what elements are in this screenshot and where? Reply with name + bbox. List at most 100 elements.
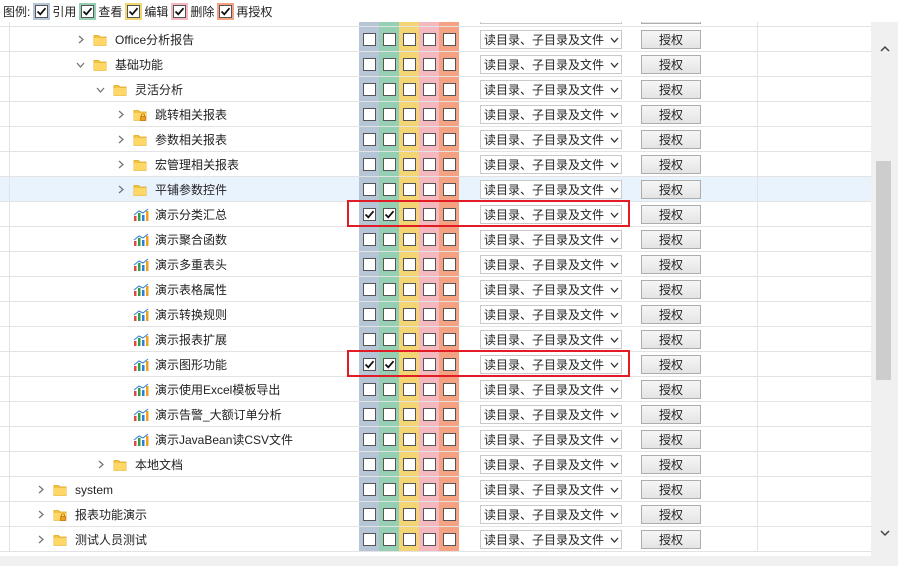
delete-checkbox[interactable] (422, 107, 436, 121)
tree-row[interactable]: 跳转相关报表 读目录、子目录及文件 授权 (0, 102, 871, 127)
chevron-right-icon[interactable] (113, 183, 127, 197)
reauthorize-checkbox[interactable] (442, 432, 456, 446)
reference-checkbox[interactable] (362, 107, 376, 121)
view-checkbox[interactable] (382, 457, 396, 471)
reauthorize-checkbox[interactable] (442, 82, 456, 96)
delete-checkbox[interactable] (422, 382, 436, 396)
node-name[interactable]: 演示表格属性 (155, 281, 227, 298)
tree-row[interactable]: 演示图形功能 读目录、子目录及文件 授权 (0, 352, 871, 377)
chevron-right-icon[interactable] (113, 108, 127, 122)
tree-node[interactable]: 报表功能演示 (33, 502, 147, 527)
tree-node[interactable]: Office分析报告 (73, 27, 194, 52)
scope-select[interactable]: 读目录、子目录及文件 (480, 380, 622, 399)
reference-checkbox[interactable] (362, 232, 376, 246)
scope-select[interactable]: 读目录、子目录及文件 (480, 505, 622, 524)
tree-node[interactable]: 演示报表扩展 (113, 327, 227, 352)
edit-checkbox[interactable] (402, 57, 416, 71)
tree-row[interactable]: 演示分类汇总 读目录、子目录及文件 授权 (0, 202, 871, 227)
tree-row[interactable]: system 读目录、子目录及文件 授权 (0, 477, 871, 502)
view-checkbox[interactable] (382, 107, 396, 121)
chevron-right-icon[interactable] (33, 508, 47, 522)
reference-checkbox[interactable] (362, 182, 376, 196)
view-checkbox[interactable] (382, 332, 396, 346)
tree-node[interactable]: 演示转换规则 (113, 302, 227, 327)
view-checkbox[interactable] (382, 407, 396, 421)
edit-checkbox[interactable] (402, 157, 416, 171)
chevron-right-icon[interactable] (113, 133, 127, 147)
tree-row[interactable]: 演示报表扩展 读目录、子目录及文件 授权 (0, 327, 871, 352)
view-checkbox[interactable] (382, 82, 396, 96)
tree-row[interactable]: 报表功能演示 读目录、子目录及文件 授权 (0, 502, 871, 527)
delete-checkbox[interactable] (422, 132, 436, 146)
delete-checkbox[interactable] (422, 232, 436, 246)
edit-checkbox[interactable] (402, 532, 416, 546)
scope-select[interactable]: 读目录、子目录及文件 (480, 80, 622, 99)
tree-node[interactable]: 演示使用Excel模板导出 (113, 377, 280, 402)
edit-checkbox[interactable] (402, 457, 416, 471)
reauthorize-checkbox[interactable] (442, 157, 456, 171)
tree-node[interactable]: 平铺参数控件 (113, 177, 227, 202)
reference-checkbox[interactable] (362, 82, 376, 96)
reference-checkbox[interactable] (362, 407, 376, 421)
reauthorize-checkbox[interactable] (442, 282, 456, 296)
authorize-button[interactable]: 授权 (641, 255, 701, 274)
tree-node[interactable]: 演示多重表头 (113, 252, 227, 277)
reauthorize-checkbox[interactable] (442, 132, 456, 146)
authorize-button[interactable]: 授权 (641, 105, 701, 124)
reauthorize-checkbox[interactable] (442, 357, 456, 371)
chevron-right-icon[interactable] (93, 458, 107, 472)
tree-node[interactable]: 参数相关报表 (113, 127, 227, 152)
node-name[interactable]: 基础功能 (115, 56, 163, 73)
authorize-button[interactable]: 授权 (641, 530, 701, 549)
reauthorize-checkbox[interactable] (442, 232, 456, 246)
reference-checkbox[interactable] (362, 207, 376, 221)
tree-row[interactable]: 本地文档 读目录、子目录及文件 授权 (0, 452, 871, 477)
authorize-button[interactable]: 授权 (641, 155, 701, 174)
authorize-button[interactable]: 授权 (641, 55, 701, 74)
view-checkbox[interactable] (382, 232, 396, 246)
tree-row[interactable]: 演示聚合函数 读目录、子目录及文件 授权 (0, 227, 871, 252)
reference-checkbox[interactable] (362, 332, 376, 346)
scope-select[interactable]: 读目录、子目录及文件 (480, 230, 622, 249)
scope-select[interactable]: 读目录、子目录及文件 (480, 405, 622, 424)
reauthorize-checkbox[interactable] (442, 507, 456, 521)
reauthorize-checkbox[interactable] (442, 207, 456, 221)
authorize-button[interactable]: 授权 (641, 405, 701, 424)
tree-node[interactable]: 测试人员测试 (33, 527, 147, 552)
node-name[interactable]: 演示使用Excel模板导出 (155, 381, 280, 398)
view-checkbox[interactable] (382, 382, 396, 396)
view-checkbox[interactable] (382, 57, 396, 71)
authorize-button[interactable]: 授权 (641, 230, 701, 249)
reauthorize-checkbox[interactable] (442, 32, 456, 46)
chevron-right-icon[interactable] (33, 483, 47, 497)
tree-row[interactable]: 演示JavaBean读CSV文件 读目录、子目录及文件 授权 (0, 427, 871, 452)
tree-node[interactable]: 跳转相关报表 (113, 102, 227, 127)
view-checkbox[interactable] (382, 507, 396, 521)
tree-node[interactable]: 灵活分析 (93, 77, 183, 102)
view-checkbox[interactable] (382, 207, 396, 221)
tree-node[interactable]: 演示表格属性 (113, 277, 227, 302)
delete-checkbox[interactable] (422, 257, 436, 271)
delete-checkbox[interactable] (422, 157, 436, 171)
reference-checkbox[interactable] (362, 32, 376, 46)
scope-select[interactable]: 读目录、子目录及文件 (480, 255, 622, 274)
chevron-right-icon[interactable] (113, 158, 127, 172)
node-name[interactable]: 宏管理相关报表 (155, 156, 239, 173)
reference-checkbox[interactable] (362, 132, 376, 146)
reference-checkbox[interactable] (362, 257, 376, 271)
view-checkbox[interactable] (382, 157, 396, 171)
node-name[interactable]: 参数相关报表 (155, 131, 227, 148)
node-name[interactable]: 演示多重表头 (155, 256, 227, 273)
edit-checkbox[interactable] (402, 82, 416, 96)
reference-checkbox[interactable] (362, 507, 376, 521)
authorize-button[interactable]: 授权 (641, 355, 701, 374)
tree-row[interactable]: 基础功能 读目录、子目录及文件 授权 (0, 52, 871, 77)
scroll-up-icon[interactable] (871, 40, 898, 58)
scope-select[interactable]: 读目录、子目录及文件 (480, 155, 622, 174)
view-checkbox[interactable] (382, 432, 396, 446)
tree-node[interactable]: 演示告警_大额订单分析 (113, 402, 282, 427)
edit-checkbox[interactable] (402, 232, 416, 246)
reference-checkbox[interactable] (362, 157, 376, 171)
edit-checkbox[interactable] (402, 32, 416, 46)
authorize-button[interactable]: 授权 (641, 180, 701, 199)
